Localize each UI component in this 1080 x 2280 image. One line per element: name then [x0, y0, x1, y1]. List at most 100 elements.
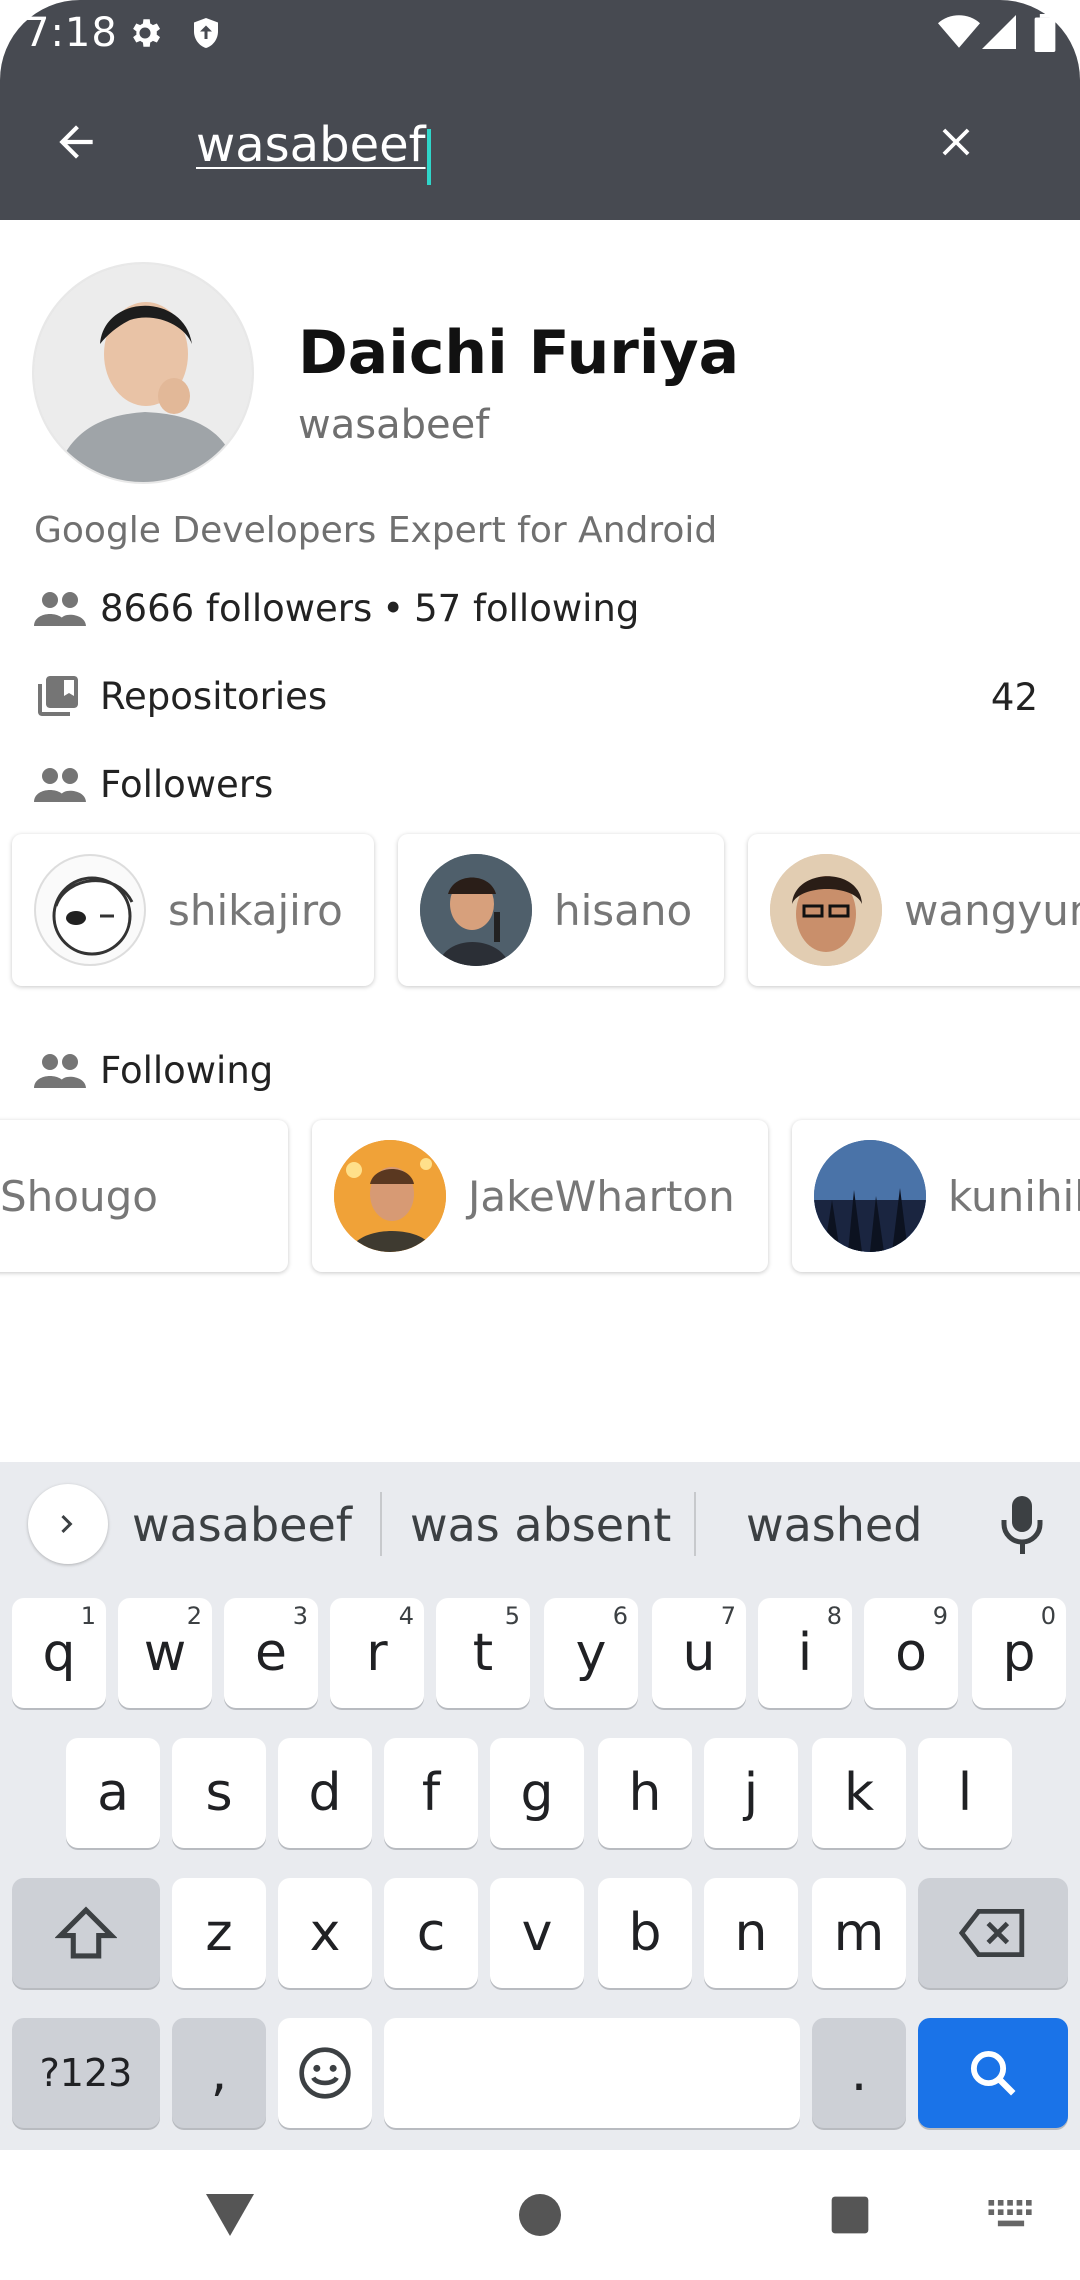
- key-g[interactable]: g: [490, 1738, 584, 1848]
- user-avatar: [334, 1140, 446, 1252]
- following-count-text[interactable]: 57 following: [414, 587, 639, 630]
- key-k[interactable]: k: [812, 1738, 906, 1848]
- key-a[interactable]: a: [66, 1738, 160, 1848]
- nav-recents-button[interactable]: [810, 2150, 890, 2280]
- backspace-icon: [959, 1909, 1025, 1957]
- microphone-icon: [1001, 1496, 1043, 1554]
- search-input[interactable]: wasabeef: [196, 112, 896, 185]
- space-key[interactable]: [384, 2018, 800, 2128]
- key-l[interactable]: l: [918, 1738, 1012, 1848]
- key-o[interactable]: o9: [864, 1598, 958, 1708]
- key-hint: 8: [826, 1602, 842, 1630]
- key-w[interactable]: w2: [118, 1598, 212, 1708]
- profile-avatar: [32, 262, 254, 484]
- follow-stats: 8666 followers • 57 following: [34, 586, 639, 630]
- key-hint: 5: [504, 1602, 520, 1630]
- key-v[interactable]: v: [490, 1878, 584, 1988]
- key-s[interactable]: s: [172, 1738, 266, 1848]
- search-icon: [970, 2050, 1016, 2096]
- key-u[interactable]: u7: [652, 1598, 746, 1708]
- text-caret: [426, 128, 431, 185]
- back-button[interactable]: [34, 100, 118, 184]
- key-c[interactable]: c: [384, 1878, 478, 1988]
- settings-icon: [126, 14, 164, 56]
- search-key[interactable]: [918, 2018, 1068, 2128]
- key-label: e: [255, 1623, 287, 1683]
- key-r[interactable]: r4: [330, 1598, 424, 1708]
- key-label: q: [42, 1623, 76, 1683]
- shift-key[interactable]: [12, 1878, 160, 1988]
- follower-login: hisano: [554, 885, 693, 935]
- emoji-key[interactable]: [278, 2018, 372, 2128]
- key-x[interactable]: x: [278, 1878, 372, 1988]
- shield-icon: [188, 14, 224, 56]
- key-label: o: [895, 1623, 927, 1683]
- key-y[interactable]: y6: [544, 1598, 638, 1708]
- expand-suggestions-button[interactable]: [28, 1484, 108, 1564]
- key-label: w: [143, 1623, 187, 1683]
- repositories-label: Repositories: [100, 674, 328, 718]
- following-login: JakeWharton: [468, 1171, 735, 1221]
- user-avatar: [770, 854, 882, 966]
- key-hint: 6: [612, 1602, 628, 1630]
- key-label: i: [797, 1623, 813, 1683]
- key-n[interactable]: n: [704, 1878, 798, 1988]
- key-q[interactable]: q1: [12, 1598, 106, 1708]
- wifi-icon: [938, 14, 980, 54]
- backspace-key[interactable]: [918, 1878, 1068, 1988]
- key-z[interactable]: z: [172, 1878, 266, 1988]
- key-f[interactable]: f: [384, 1738, 478, 1848]
- key-hint: 7: [720, 1602, 736, 1630]
- following-card[interactable]: Shougo: [0, 1120, 288, 1272]
- key-d[interactable]: d: [278, 1738, 372, 1848]
- close-icon: [942, 128, 970, 156]
- key-label: r: [366, 1623, 388, 1683]
- following-header: Following: [34, 1048, 273, 1092]
- profile-login: wasabeef: [298, 402, 490, 448]
- follower-login: shikajiro: [168, 885, 343, 935]
- status-bar: 7:18: [0, 0, 1080, 66]
- people-icon: [34, 1048, 86, 1092]
- user-avatar: [814, 1140, 926, 1252]
- key-t[interactable]: t5: [436, 1598, 530, 1708]
- follower-card[interactable]: hisano: [398, 834, 724, 986]
- key-p[interactable]: p0: [972, 1598, 1066, 1708]
- nav-home-button[interactable]: [500, 2150, 580, 2280]
- clear-search-button[interactable]: [914, 100, 998, 184]
- key-label: u: [682, 1623, 716, 1683]
- mic-button[interactable]: [998, 1492, 1046, 1560]
- soft-keyboard: wasabeef was absent washed q1 w2 e3 r4 t…: [0, 1462, 1080, 2150]
- period-key[interactable]: .: [812, 2018, 906, 2128]
- follower-card[interactable]: wangyung: [748, 834, 1080, 986]
- key-hint: 2: [186, 1602, 202, 1630]
- key-i[interactable]: i8: [758, 1598, 852, 1708]
- key-j[interactable]: j: [704, 1738, 798, 1848]
- search-query: wasabeef: [196, 117, 426, 173]
- library-books-icon: [34, 674, 86, 718]
- followers-count-text[interactable]: 8666 followers: [100, 587, 372, 630]
- follower-login: wangyung: [904, 885, 1080, 935]
- people-icon: [34, 762, 86, 806]
- key-e[interactable]: e3: [224, 1598, 318, 1708]
- key-m[interactable]: m: [812, 1878, 906, 1988]
- user-avatar: [420, 854, 532, 966]
- follower-card[interactable]: shikajiro: [12, 834, 374, 986]
- following-card[interactable]: JakeWharton: [312, 1120, 768, 1272]
- profile-name: Daichi Furiya: [298, 318, 740, 388]
- profile-bio: Google Developers Expert for Android: [34, 510, 718, 551]
- suggestion-2[interactable]: was absent: [410, 1498, 671, 1552]
- key-hint: 0: [1040, 1602, 1056, 1630]
- key-h[interactable]: h: [598, 1738, 692, 1848]
- keyboard-switch-button[interactable]: [976, 2150, 1046, 2280]
- symbols-key[interactable]: ?123: [12, 2018, 160, 2128]
- repositories-row[interactable]: Repositories: [34, 674, 327, 718]
- nav-back-button[interactable]: [190, 2150, 270, 2280]
- signal-icon: [982, 14, 1016, 54]
- comma-key[interactable]: ,: [172, 2018, 266, 2128]
- following-card[interactable]: kunihiko: [792, 1120, 1080, 1272]
- key-b[interactable]: b: [598, 1878, 692, 1988]
- user-avatar: [34, 854, 146, 966]
- battery-icon: [1034, 14, 1056, 56]
- suggestion-3[interactable]: washed: [746, 1498, 922, 1552]
- suggestion-1[interactable]: wasabeef: [132, 1498, 352, 1552]
